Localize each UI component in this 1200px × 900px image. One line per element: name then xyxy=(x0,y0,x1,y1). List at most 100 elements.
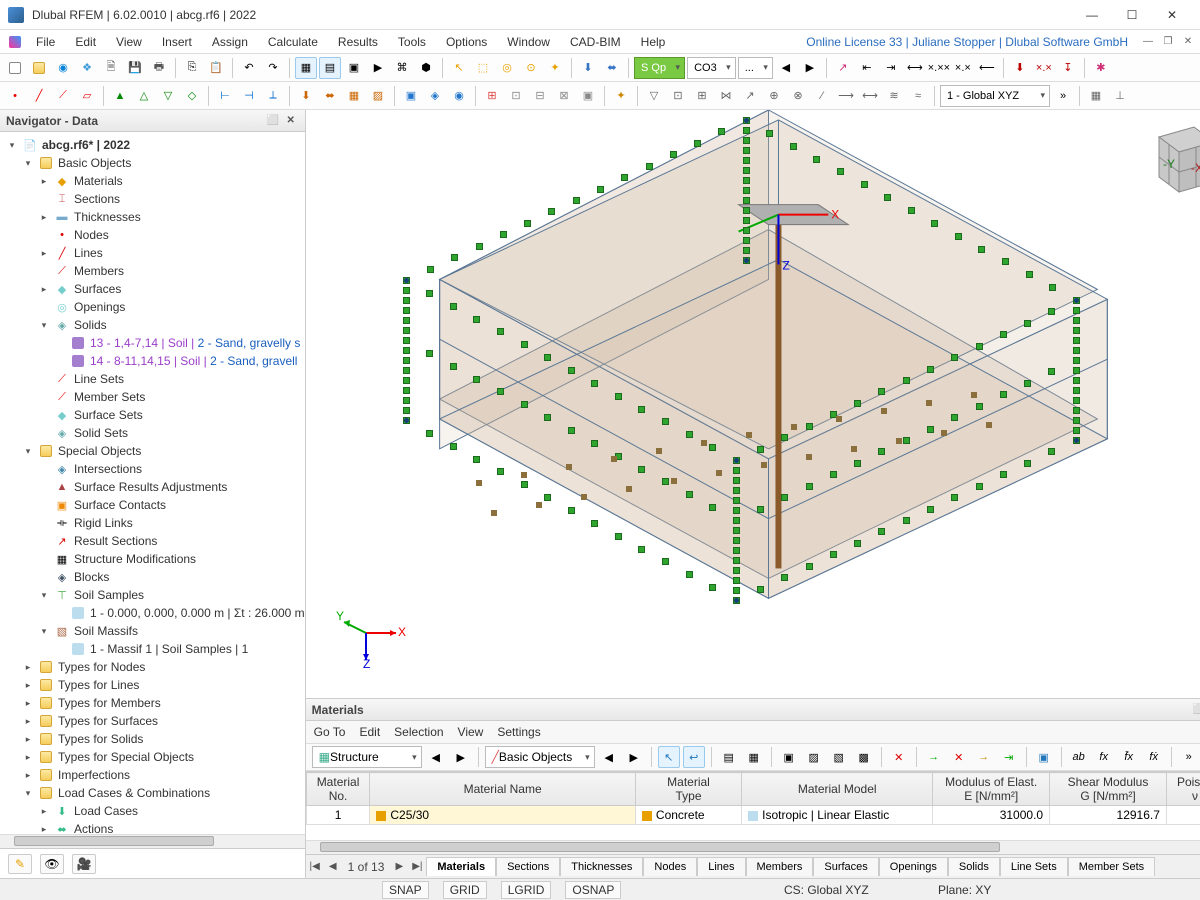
print-icon[interactable]: 🖶 xyxy=(148,57,170,79)
cell-type[interactable]: Concrete xyxy=(635,806,741,825)
load-n-icon[interactable]: ⬇ xyxy=(295,85,317,107)
cell-model[interactable]: Isotropic | Linear Elastic xyxy=(742,806,933,825)
support-4-icon[interactable]: ◇ xyxy=(181,85,203,107)
edit-sh1-icon[interactable]: ≋ xyxy=(883,85,905,107)
tab-member-sets[interactable]: Member Sets xyxy=(1068,857,1155,876)
mat-t6-icon[interactable]: ▨ xyxy=(803,746,825,768)
calculate-icon[interactable]: ▶ xyxy=(367,57,389,79)
hinge-2-icon[interactable]: ⊣ xyxy=(238,85,260,107)
app-menu-icon[interactable] xyxy=(4,31,26,53)
copy-icon[interactable]: ⎘ xyxy=(181,57,203,79)
node-tool-icon[interactable]: • xyxy=(4,85,26,107)
mat-t1-icon[interactable]: ↖ xyxy=(658,746,680,768)
col-name[interactable]: Material Name xyxy=(370,773,636,806)
mat-t4-icon[interactable]: ▦ xyxy=(743,746,765,768)
support-1-icon[interactable]: ▲ xyxy=(109,85,131,107)
cloud-icon[interactable]: ◉ xyxy=(52,57,74,79)
tree-surfaces[interactable]: ▸◆Surfaces xyxy=(0,280,305,298)
mat-menu-settings[interactable]: Settings xyxy=(497,723,540,741)
mt-next-icon[interactable]: ▶ xyxy=(390,858,408,876)
cell-poisson[interactable] xyxy=(1166,806,1200,825)
nav-hscroll[interactable] xyxy=(0,834,305,848)
child-close-icon[interactable]: ✕ xyxy=(1180,34,1196,50)
load-f-icon[interactable]: ▨ xyxy=(367,85,389,107)
close-button[interactable]: ✕ xyxy=(1152,1,1192,29)
mat-fx3-icon[interactable]: f̄x xyxy=(1118,746,1140,768)
cs-1-icon[interactable]: ⊞ xyxy=(481,85,503,107)
tab-thicknesses[interactable]: Thicknesses xyxy=(560,857,643,876)
col-elast[interactable]: Modulus of Elast. E [N/mm²] xyxy=(933,773,1050,806)
status-osnap[interactable]: OSNAP xyxy=(565,881,621,899)
axes-widget[interactable]: X Y Z xyxy=(336,598,406,668)
tree-types-special[interactable]: ▸Types for Special Objects xyxy=(0,748,305,766)
edit-mirror-icon[interactable]: ⋈ xyxy=(715,85,737,107)
tree-blocks[interactable]: ◈Blocks xyxy=(0,568,305,586)
edit-scale-icon[interactable]: ↗ xyxy=(739,85,761,107)
select-window-icon[interactable]: ⬚ xyxy=(472,57,494,79)
menu-view[interactable]: View xyxy=(106,33,152,51)
edit-sh2-icon[interactable]: ≈ xyxy=(907,85,929,107)
mt-scroll-left-icon[interactable]: ◀ xyxy=(1195,858,1200,876)
load-s-icon[interactable]: ▦ xyxy=(343,85,365,107)
col-poisson[interactable]: Poisson ν [ xyxy=(1166,773,1200,806)
tree-openings[interactable]: ◎Openings xyxy=(0,298,305,316)
redo-icon[interactable]: ↷ xyxy=(262,57,284,79)
tab-nodes[interactable]: Nodes xyxy=(643,857,697,876)
mat-basicobj-combo[interactable]: ╱ Basic Objects xyxy=(485,746,595,768)
table-row[interactable]: 1 C25/30 Concrete Isotropic | Linear Ela… xyxy=(306,806,1200,825)
col-model[interactable]: Material Model xyxy=(742,773,933,806)
mat-structure-combo[interactable]: ▦ Structure xyxy=(312,746,422,768)
settings-gear-icon[interactable]: ✱ xyxy=(1090,57,1112,79)
load-case-co3[interactable]: CO3 xyxy=(687,57,736,79)
view-2-icon[interactable]: ×.× xyxy=(1033,57,1055,79)
tree-types-members[interactable]: ▸Types for Members xyxy=(0,694,305,712)
status-lgrid[interactable]: LGRID xyxy=(501,881,552,899)
tree-lines[interactable]: ▸╱Lines xyxy=(0,244,305,262)
mat-fx4-icon[interactable]: fẋ xyxy=(1143,746,1165,768)
menu-tools[interactable]: Tools xyxy=(388,33,436,51)
cs-3-icon[interactable]: ⊟ xyxy=(529,85,551,107)
view-1-icon[interactable]: ⬇ xyxy=(1009,57,1031,79)
tree-actions[interactable]: ▸⬌Actions xyxy=(0,820,305,834)
tree-solid-2[interactable]: 14 - 8-11,14,15 | Soil | 2 - Sand, grave… xyxy=(0,352,305,370)
tree-surface-results-adj[interactable]: ▲Surface Results Adjustments xyxy=(0,478,305,496)
nav-views-icon[interactable]: 🎥 xyxy=(72,854,96,874)
status-snap[interactable]: SNAP xyxy=(382,881,429,899)
support-2-icon[interactable]: △ xyxy=(133,85,155,107)
tree-types-solids[interactable]: ▸Types for Solids xyxy=(0,730,305,748)
edit-rotate-icon[interactable]: ⊞ xyxy=(691,85,713,107)
mt-first-icon[interactable]: |◀ xyxy=(306,858,324,876)
tree-load-cases[interactable]: ▸⬇Load Cases xyxy=(0,802,305,820)
load-case-sqp[interactable]: S Qp xyxy=(634,57,685,79)
tree-members[interactable]: ⟋Members xyxy=(0,262,305,280)
mat-menu-goto[interactable]: Go To xyxy=(314,723,346,741)
cell-shear[interactable]: 12916.7 xyxy=(1050,806,1167,825)
member-tool-icon[interactable]: ⟋ xyxy=(52,85,74,107)
cell-elast[interactable]: 31000.0 xyxy=(933,806,1050,825)
paste-icon[interactable]: 📋 xyxy=(205,57,227,79)
select-filter-icon[interactable]: ⊙ xyxy=(520,57,542,79)
model-icon[interactable]: ❖ xyxy=(76,57,98,79)
lc-next-icon[interactable]: ▶ xyxy=(799,57,821,79)
display-props-icon[interactable]: ▣ xyxy=(343,57,365,79)
menu-options[interactable]: Options xyxy=(436,33,497,51)
col-no[interactable]: Material No. xyxy=(306,773,370,806)
mat-t3-icon[interactable]: ▤ xyxy=(718,746,740,768)
tree-special-objects[interactable]: ▾Special Objects xyxy=(0,442,305,460)
menu-results[interactable]: Results xyxy=(328,33,388,51)
mat-bo-prev-icon[interactable]: ◀ xyxy=(598,746,620,768)
filter-icon[interactable]: ▽ xyxy=(643,85,665,107)
tree-line-sets[interactable]: ⟋Line Sets xyxy=(0,370,305,388)
view-3-icon[interactable]: ↧ xyxy=(1057,57,1079,79)
tab-members[interactable]: Members xyxy=(746,857,814,876)
menu-calculate[interactable]: Calculate xyxy=(258,33,328,51)
dim-6-icon[interactable]: ⟵ xyxy=(976,57,998,79)
tree-thicknesses[interactable]: ▸▬Thicknesses xyxy=(0,208,305,226)
mat-row-up-icon[interactable]: → xyxy=(973,746,995,768)
tree-imperfections[interactable]: ▸Imperfections xyxy=(0,766,305,784)
menu-assign[interactable]: Assign xyxy=(202,33,258,51)
menu-edit[interactable]: Edit xyxy=(65,33,106,51)
tree-intersections[interactable]: ◈Intersections xyxy=(0,460,305,478)
hinge-1-icon[interactable]: ⊢ xyxy=(214,85,236,107)
open-file-icon[interactable] xyxy=(28,57,50,79)
